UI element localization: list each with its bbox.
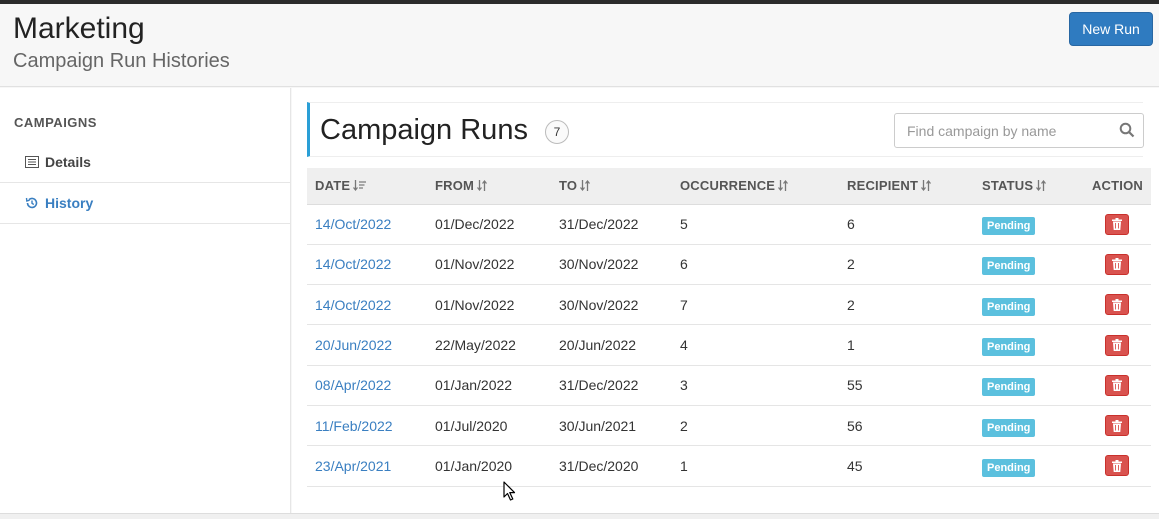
run-date-link[interactable]: 20/Jun/2022 [315, 337, 392, 353]
occurrence-cell: 3 [672, 365, 839, 406]
to-cell: 20/Jun/2022 [551, 324, 672, 366]
trash-icon [1112, 459, 1122, 472]
table-header-row: DATE FROM TO OCCURRENCE RECIPIENT STATUS… [307, 168, 1151, 205]
status-badge: Pending [982, 217, 1036, 236]
run-date-link[interactable]: 11/Feb/2022 [315, 418, 393, 434]
sort-icon [580, 179, 591, 194]
panel-title: Campaign Runs [320, 114, 528, 146]
run-date-link[interactable]: 23/Apr/2021 [315, 458, 391, 474]
occurrence-cell: 4 [672, 324, 839, 366]
column-header-date[interactable]: DATE [307, 168, 427, 205]
occurrence-cell: 2 [672, 405, 839, 447]
status-badge: Pending [982, 338, 1036, 357]
status-badge: Pending [982, 297, 1036, 316]
page-header: Marketing Campaign Run Histories New Run [0, 4, 1159, 87]
delete-button[interactable] [1105, 374, 1129, 396]
main-content: Campaign Runs 7 DATE FROM TO OCCURRENCE … [292, 88, 1159, 513]
run-date-link[interactable]: 14/Oct/2022 [315, 216, 391, 232]
search-icon[interactable] [1119, 122, 1135, 138]
from-cell: 01/Jan/2022 [427, 365, 551, 406]
recipient-cell: 2 [839, 284, 974, 326]
to-cell: 31/Dec/2020 [551, 445, 672, 487]
from-cell: 01/Nov/2022 [427, 284, 551, 326]
list-icon [24, 154, 40, 170]
delete-button[interactable] [1105, 253, 1129, 275]
recipient-cell: 2 [839, 244, 974, 286]
table-row: 20/Jun/2022 22/May/2022 20/Jun/2022 4 1 … [307, 324, 1151, 366]
search-box [894, 113, 1144, 148]
sort-icon [1036, 179, 1047, 194]
search-input[interactable] [895, 114, 1113, 147]
column-header-to[interactable]: TO [551, 168, 672, 205]
column-header-occurrence[interactable]: OCCURRENCE [672, 168, 839, 205]
from-cell: 01/Jul/2020 [427, 405, 551, 447]
delete-button[interactable] [1105, 415, 1129, 437]
to-cell: 31/Dec/2022 [551, 365, 672, 406]
recipient-cell: 56 [839, 405, 974, 447]
campaign-runs-table: DATE FROM TO OCCURRENCE RECIPIENT STATUS… [307, 168, 1151, 487]
trash-icon [1112, 298, 1122, 311]
to-cell: 31/Dec/2022 [551, 204, 672, 245]
trash-icon [1112, 419, 1122, 432]
trash-icon [1112, 258, 1122, 271]
run-date-link[interactable]: 08/Apr/2022 [315, 377, 391, 393]
delete-button[interactable] [1105, 455, 1129, 477]
recipient-cell: 1 [839, 324, 974, 366]
trash-icon [1112, 339, 1122, 352]
recipient-cell: 45 [839, 445, 974, 487]
sidebar-item-label: Details [45, 154, 91, 170]
delete-button[interactable] [1105, 334, 1129, 356]
trash-icon [1112, 218, 1122, 231]
mouse-cursor-icon [503, 481, 517, 506]
panel-header: Campaign Runs 7 [307, 102, 1144, 157]
count-badge: 7 [545, 120, 569, 144]
run-date-link[interactable]: 14/Oct/2022 [315, 297, 391, 313]
table-row: 14/Oct/2022 01/Nov/2022 30/Nov/2022 7 2 … [307, 284, 1151, 326]
from-cell: 01/Dec/2022 [427, 204, 551, 245]
sort-icon [921, 179, 932, 194]
column-header-status[interactable]: STATUS [974, 168, 1080, 205]
run-date-link[interactable]: 14/Oct/2022 [315, 256, 391, 272]
history-icon [24, 195, 40, 211]
from-cell: 01/Jan/2020 [427, 445, 551, 487]
column-header-from[interactable]: FROM [427, 168, 551, 205]
column-header-action: ACTION [1080, 168, 1151, 205]
to-cell: 30/Jun/2021 [551, 405, 672, 447]
recipient-cell: 55 [839, 365, 974, 406]
occurrence-cell: 1 [672, 445, 839, 487]
sidebar-item-details[interactable]: Details [0, 142, 291, 183]
trash-icon [1112, 379, 1122, 392]
sort-icon [778, 179, 789, 194]
column-header-recipient[interactable]: RECIPIENT [839, 168, 974, 205]
recipient-cell: 6 [839, 204, 974, 245]
page-title: Marketing [13, 12, 145, 45]
to-cell: 30/Nov/2022 [551, 244, 672, 286]
from-cell: 01/Nov/2022 [427, 244, 551, 286]
table-row: 14/Oct/2022 01/Dec/2022 31/Dec/2022 5 6 … [307, 204, 1151, 245]
new-run-button[interactable]: New Run [1069, 12, 1153, 46]
table-row: 23/Apr/2021 01/Jan/2020 31/Dec/2020 1 45… [307, 445, 1151, 487]
status-badge: Pending [982, 418, 1036, 437]
page-subtitle: Campaign Run Histories [13, 50, 230, 72]
status-badge: Pending [982, 458, 1036, 477]
delete-button[interactable] [1105, 213, 1129, 235]
occurrence-cell: 5 [672, 204, 839, 245]
status-badge: Pending [982, 378, 1036, 397]
delete-button[interactable] [1105, 294, 1129, 316]
sidebar-heading: CAMPAIGNS [14, 115, 97, 130]
table-row: 08/Apr/2022 01/Jan/2022 31/Dec/2022 3 55… [307, 365, 1151, 406]
table-row: 11/Feb/2022 01/Jul/2020 30/Jun/2021 2 56… [307, 405, 1151, 447]
occurrence-cell: 6 [672, 244, 839, 286]
status-badge: Pending [982, 257, 1036, 276]
table-row: 14/Oct/2022 01/Nov/2022 30/Nov/2022 6 2 … [307, 244, 1151, 286]
sort-icon [477, 179, 488, 194]
sort-desc-icon [353, 179, 367, 194]
bottom-bar [0, 513, 1159, 519]
to-cell: 30/Nov/2022 [551, 284, 672, 326]
sidebar: CAMPAIGNS Details History [0, 88, 291, 513]
occurrence-cell: 7 [672, 284, 839, 326]
sidebar-item-label: History [45, 195, 94, 211]
sidebar-item-history[interactable]: History [0, 183, 291, 224]
from-cell: 22/May/2022 [427, 324, 551, 366]
